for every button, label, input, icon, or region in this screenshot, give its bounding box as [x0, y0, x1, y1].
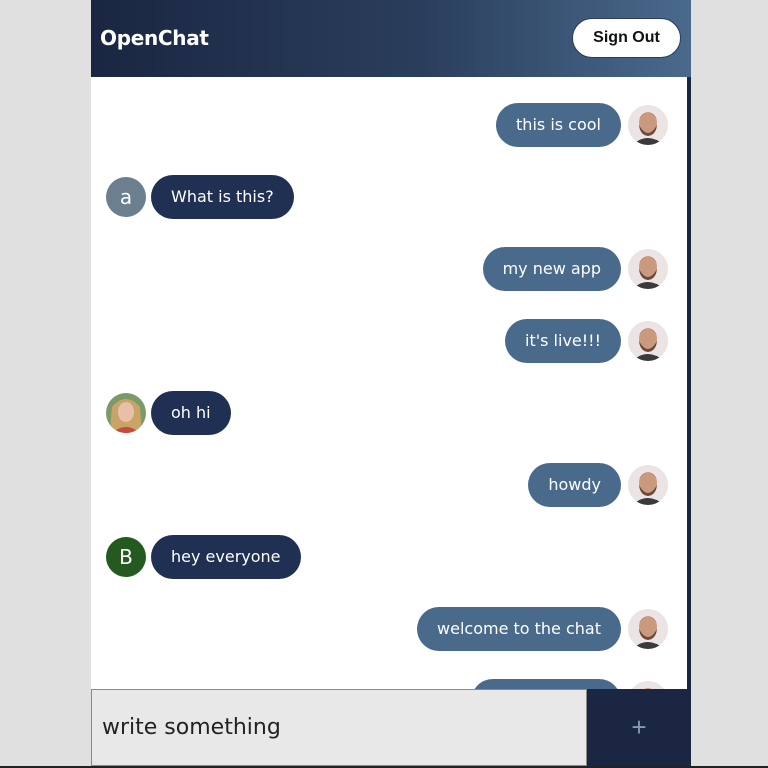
message-row: it's live!!!	[505, 319, 668, 363]
message-row: howdy	[528, 463, 668, 507]
message-row: oh hi	[106, 391, 231, 435]
app-title: OpenChat	[100, 26, 209, 50]
user-avatar	[628, 465, 668, 505]
message-row: a What is this?	[106, 175, 294, 219]
user-avatar	[628, 609, 668, 649]
message-row: welcome to the chat	[417, 607, 668, 651]
user-avatar	[106, 393, 146, 433]
chat-app: OpenChat Sign Out this is cool a What is…	[91, 0, 691, 766]
sign-out-button[interactable]: Sign Out	[572, 18, 681, 58]
user-avatar	[628, 681, 668, 689]
message-row: this is cool	[496, 103, 668, 147]
message-bubble-sent: it's live!!!	[505, 319, 621, 363]
avatar-letter: B	[119, 545, 133, 569]
letter-avatar: B	[106, 537, 146, 577]
user-avatar	[628, 249, 668, 289]
message-bubble-received: oh hi	[151, 391, 231, 435]
message-bubble-sent: this is cool	[496, 103, 621, 147]
message-composer: +	[91, 689, 691, 766]
message-bubble-sent: my new app	[482, 247, 621, 291]
message-list[interactable]: this is cool a What is this? my new app …	[91, 77, 687, 689]
app-header: OpenChat Sign Out	[91, 0, 691, 77]
message-input[interactable]	[91, 689, 587, 766]
message-bubble-sent: howdy	[528, 463, 621, 507]
message-row-partial	[471, 679, 668, 689]
message-bubble-received: What is this?	[151, 175, 294, 219]
message-row: my new app	[482, 247, 668, 291]
scrollbar[interactable]	[687, 77, 691, 689]
message-bubble-received: hey everyone	[151, 535, 301, 579]
avatar-letter: a	[119, 185, 133, 209]
message-bubble-sent	[471, 679, 621, 689]
user-avatar	[628, 105, 668, 145]
send-button[interactable]: +	[587, 689, 691, 766]
message-row: B hey everyone	[106, 535, 301, 579]
user-avatar	[628, 321, 668, 361]
letter-avatar: a	[106, 177, 146, 217]
message-bubble-sent: welcome to the chat	[417, 607, 621, 651]
